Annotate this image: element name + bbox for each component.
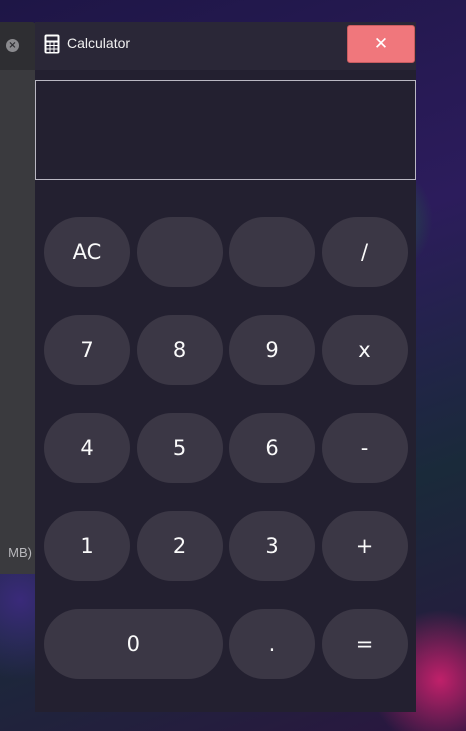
background-window-body [0,70,36,574]
background-window: × MB) [0,22,36,574]
subtract-button[interactable]: - [321,413,408,483]
close-button[interactable]: ✕ [347,25,415,63]
digit-7-button[interactable]: 7 [44,315,130,385]
titlebar[interactable]: Calculator ✕ [35,22,416,70]
digit-4-button[interactable]: 4 [44,413,130,483]
calculator-display [35,80,416,180]
calculator-window: Calculator ✕ AC / 7 8 9 x 4 5 6- 1 2 3 +0. = [35,22,416,712]
keypad: AC / 7 8 9 x 4 5 6- 1 2 3 +0. = [44,217,408,679]
window-title: Calculator [67,35,131,51]
add-button[interactable]: + [321,511,408,581]
digit-8-button[interactable]: 8 [136,315,223,385]
blank-button-2[interactable] [229,217,315,287]
background-window-status: MB) [8,545,32,560]
background-window-close-icon[interactable]: × [6,39,19,52]
digit-3-button[interactable]: 3 [229,511,315,581]
decimal-button[interactable]: . [229,609,315,679]
digit-2-button[interactable]: 2 [136,511,223,581]
digit-1-button[interactable]: 1 [44,511,130,581]
multiply-button[interactable]: x [321,315,408,385]
equals-button[interactable]: = [321,609,408,679]
divide-button[interactable]: / [321,217,408,287]
digit-9-button[interactable]: 9 [229,315,315,385]
blank-button-1[interactable] [136,217,223,287]
calculator-icon [44,34,60,54]
digit-0-button[interactable]: 0 [44,609,223,679]
digit-6-button[interactable]: 6 [229,413,315,483]
digit-5-button[interactable]: 5 [136,413,223,483]
clear-button[interactable]: AC [44,217,130,287]
